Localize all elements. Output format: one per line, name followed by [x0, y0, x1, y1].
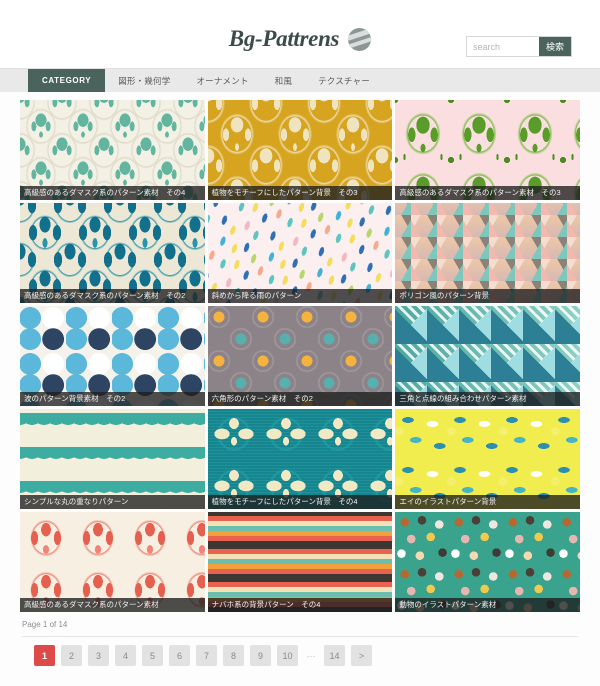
pattern-thumbnail: [207, 203, 393, 303]
pattern-caption: ナバホ系の背景パターン その4: [207, 598, 393, 612]
page-button-2[interactable]: 2: [61, 645, 82, 666]
site-header: Bg-Pattrens 検索: [0, 0, 600, 68]
pattern-caption: 高級感のあるダマスク系のパターン素材: [20, 598, 205, 612]
nav-item-ornament[interactable]: オーナメント: [183, 69, 261, 92]
pattern-caption: 動物のイラストパターン素材: [395, 598, 580, 612]
pattern-caption: 波のパターン背景素材 その2: [20, 392, 205, 406]
search-input[interactable]: [466, 37, 539, 56]
pattern-thumbnail: [207, 512, 393, 612]
pattern-caption: 斜めから降る雨のパターン: [207, 289, 393, 303]
pattern-thumbnail: [207, 100, 393, 200]
nav-item-geometric[interactable]: 図形・幾何学: [105, 69, 183, 92]
pattern-card[interactable]: シンプルな丸の重なりパターン: [20, 409, 205, 509]
nav-item-texture[interactable]: テクスチャー: [305, 69, 383, 92]
pattern-thumbnail: [20, 100, 205, 200]
pattern-thumbnail: [207, 306, 393, 406]
pattern-caption: 六角形のパターン素材 その2: [207, 392, 393, 406]
pattern-card[interactable]: ナバホ系の背景パターン その4: [207, 512, 393, 612]
pattern-card[interactable]: 高級感のあるダマスク系のパターン素材 その3: [395, 100, 580, 200]
pattern-card[interactable]: 高級感のあるダマスク系のパターン素材: [20, 512, 205, 612]
search-submit-button[interactable]: 検索: [538, 37, 571, 56]
pattern-card[interactable]: エイのイラストパターン背景: [395, 409, 580, 509]
pattern-card[interactable]: 高級感のあるダマスク系のパターン素材 その2: [20, 203, 205, 303]
page-button-5[interactable]: 5: [142, 645, 163, 666]
pattern-caption: 高級感のあるダマスク系のパターン素材 その4: [20, 186, 205, 200]
page-button-1[interactable]: 1: [34, 645, 55, 666]
page-button-4[interactable]: 4: [115, 645, 136, 666]
pattern-grid: 高級感のあるダマスク系のパターン素材 その4 植物をモチーフにしたパターン背景 …: [0, 92, 600, 612]
page-button-8[interactable]: 8: [223, 645, 244, 666]
nav-item-category[interactable]: CATEGORY: [28, 69, 106, 92]
nav-item-japanese[interactable]: 和風: [262, 69, 305, 92]
pattern-card[interactable]: 動物のイラストパターン素材: [395, 512, 580, 612]
pattern-thumbnail: [20, 409, 205, 509]
pattern-card[interactable]: 高級感のあるダマスク系のパターン素材 その4: [20, 100, 205, 200]
pattern-card[interactable]: 斜めから降る雨のパターン: [207, 203, 393, 303]
site-logo-text: Bg-Pattrens: [228, 26, 340, 51]
page-status-text: Page 1 of 14: [22, 620, 578, 637]
pattern-caption: ポリゴン風のパターン背景: [395, 289, 580, 303]
pattern-caption: 植物をモチーフにしたパターン背景 その3: [207, 186, 393, 200]
page-button-14[interactable]: 14: [324, 645, 345, 666]
page-button-9[interactable]: 9: [250, 645, 271, 666]
category-nav: CATEGORY 図形・幾何学 オーナメント 和風 テクスチャー: [0, 68, 600, 92]
pattern-card[interactable]: 植物をモチーフにしたパターン背景 その4: [207, 409, 393, 509]
page-button-6[interactable]: 6: [169, 645, 190, 666]
pattern-card[interactable]: 植物をモチーフにしたパターン背景 その3: [207, 100, 393, 200]
pattern-caption: 高級感のあるダマスク系のパターン素材 その2: [20, 289, 205, 303]
page-button-3[interactable]: 3: [88, 645, 109, 666]
pattern-thumbnail: [395, 409, 580, 509]
pattern-card[interactable]: 波のパターン背景素材 その2: [20, 306, 205, 406]
pattern-caption: 植物をモチーフにしたパターン背景 その4: [207, 495, 393, 509]
wave-circle-icon: [348, 27, 372, 51]
page-button-10[interactable]: 10: [277, 645, 298, 666]
pattern-thumbnail: [20, 512, 205, 612]
pattern-caption: 三角と点線の組み合わせパターン素材: [395, 392, 580, 406]
pattern-card[interactable]: 三角と点線の組み合わせパターン素材: [395, 306, 580, 406]
pattern-thumbnail: [395, 100, 580, 200]
pagination: 1 2 3 4 5 6 7 8 9 10 ··· 14 >: [22, 645, 578, 666]
pattern-caption: 高級感のあるダマスク系のパターン素材 その3: [395, 186, 580, 200]
pattern-caption: シンプルな丸の重なりパターン: [20, 495, 205, 509]
pattern-thumbnail: [395, 306, 580, 406]
pattern-thumbnail: [20, 203, 205, 303]
search-form: 検索: [465, 36, 572, 57]
page-root: Bg-Pattrens 検索 CATEGORY 図形・幾何学 オーナメント 和風…: [0, 0, 600, 686]
next-page-button[interactable]: >: [351, 645, 372, 666]
pagination-area: Page 1 of 14 1 2 3 4 5 6 7 8 9 10 ··· 14…: [0, 612, 600, 666]
pattern-thumbnail: [20, 306, 205, 406]
pattern-thumbnail: [395, 203, 580, 303]
pattern-thumbnail: [395, 512, 580, 612]
pattern-card[interactable]: ポリゴン風のパターン背景: [395, 203, 580, 303]
pagination-ellipsis: ···: [306, 650, 316, 661]
pattern-card[interactable]: 六角形のパターン素材 その2: [207, 306, 393, 406]
pattern-thumbnail: [207, 409, 393, 509]
page-button-7[interactable]: 7: [196, 645, 217, 666]
pattern-caption: エイのイラストパターン背景: [395, 495, 580, 509]
